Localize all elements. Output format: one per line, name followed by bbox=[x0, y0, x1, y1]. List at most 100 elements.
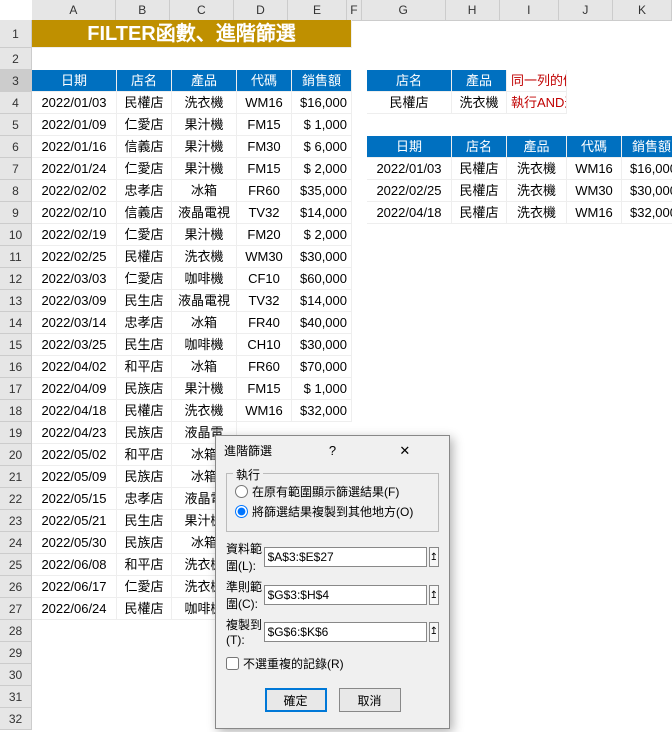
cell-A12[interactable]: 2022/03/03 bbox=[32, 268, 117, 290]
cell-I9[interactable]: 洗衣機 bbox=[507, 202, 567, 224]
row-header-32[interactable]: 32 bbox=[0, 708, 32, 730]
col-header-K[interactable]: K bbox=[613, 0, 672, 20]
cell-A5[interactable]: 2022/01/09 bbox=[32, 114, 117, 136]
row-header-9[interactable]: 9 bbox=[0, 202, 32, 224]
cell-E9[interactable]: $14,000 bbox=[292, 202, 352, 224]
cell-E7[interactable]: $ 2,000 bbox=[292, 158, 352, 180]
row-header-28[interactable]: 28 bbox=[0, 620, 32, 642]
row-header-31[interactable]: 31 bbox=[0, 686, 32, 708]
close-icon[interactable]: ✕ bbox=[369, 443, 441, 459]
row-header-3[interactable]: 3 bbox=[0, 70, 32, 92]
cell-K8[interactable]: $30,000 bbox=[622, 180, 672, 202]
row-header-17[interactable]: 17 bbox=[0, 378, 32, 400]
copy-to-input[interactable] bbox=[264, 622, 427, 642]
cell-D7[interactable]: FM15 bbox=[237, 158, 292, 180]
row-header-13[interactable]: 13 bbox=[0, 290, 32, 312]
row-header-16[interactable]: 16 bbox=[0, 356, 32, 378]
row-header-30[interactable]: 30 bbox=[0, 664, 32, 686]
cell-A8[interactable]: 2022/02/02 bbox=[32, 180, 117, 202]
row-header-20[interactable]: 20 bbox=[0, 444, 32, 466]
cell-E6[interactable]: $ 6,000 bbox=[292, 136, 352, 158]
cell-C14[interactable]: 冰箱 bbox=[172, 312, 237, 334]
cell-C8[interactable]: 冰箱 bbox=[172, 180, 237, 202]
row-header-8[interactable]: 8 bbox=[0, 180, 32, 202]
col-header-I[interactable]: I bbox=[500, 0, 559, 20]
cell-C6[interactable]: 果汁機 bbox=[172, 136, 237, 158]
cell-A26[interactable]: 2022/06/17 bbox=[32, 576, 117, 598]
cell-H3[interactable]: 產品 bbox=[452, 70, 507, 92]
cell-B25[interactable]: 和平店 bbox=[117, 554, 172, 576]
cell-D18[interactable]: WM16 bbox=[237, 400, 292, 422]
cell-A20[interactable]: 2022/05/02 bbox=[32, 444, 117, 466]
row-header-7[interactable]: 7 bbox=[0, 158, 32, 180]
cell-B6[interactable]: 信義店 bbox=[117, 136, 172, 158]
row-header-2[interactable]: 2 bbox=[0, 48, 32, 70]
col-header-E[interactable]: E bbox=[288, 0, 347, 20]
cell-A19[interactable]: 2022/04/23 bbox=[32, 422, 117, 444]
cell-B19[interactable]: 民族店 bbox=[117, 422, 172, 444]
cell-B20[interactable]: 和平店 bbox=[117, 444, 172, 466]
cell-C18[interactable]: 洗衣機 bbox=[172, 400, 237, 422]
cell-B12[interactable]: 仁愛店 bbox=[117, 268, 172, 290]
cell-H7[interactable]: 民權店 bbox=[452, 158, 507, 180]
cell-B10[interactable]: 仁愛店 bbox=[117, 224, 172, 246]
cell-A18[interactable]: 2022/04/18 bbox=[32, 400, 117, 422]
col-header-A[interactable]: A bbox=[32, 0, 116, 20]
cell-K7[interactable]: $16,000 bbox=[622, 158, 672, 180]
cell-H6[interactable]: 店名 bbox=[452, 136, 507, 158]
radio-filter-inplace[interactable] bbox=[235, 485, 248, 498]
col-header-D[interactable]: D bbox=[234, 0, 288, 20]
row-header-22[interactable]: 22 bbox=[0, 488, 32, 510]
col-header-C[interactable]: C bbox=[170, 0, 234, 20]
cell-B8[interactable]: 忠孝店 bbox=[117, 180, 172, 202]
cell-E10[interactable]: $ 2,000 bbox=[292, 224, 352, 246]
cell-B14[interactable]: 忠孝店 bbox=[117, 312, 172, 334]
list-range-input[interactable] bbox=[264, 547, 427, 567]
cell-B24[interactable]: 民族店 bbox=[117, 532, 172, 554]
row-header-10[interactable]: 10 bbox=[0, 224, 32, 246]
cell-D3[interactable]: 代碼 bbox=[237, 70, 292, 92]
cell-B16[interactable]: 和平店 bbox=[117, 356, 172, 378]
unique-records-checkbox[interactable] bbox=[226, 657, 239, 670]
cell-B3[interactable]: 店名 bbox=[117, 70, 172, 92]
row-header-1[interactable]: 1 bbox=[0, 20, 32, 48]
cell-B4[interactable]: 民權店 bbox=[117, 92, 172, 114]
cell-D8[interactable]: FR60 bbox=[237, 180, 292, 202]
cell-A7[interactable]: 2022/01/24 bbox=[32, 158, 117, 180]
cell-E11[interactable]: $30,000 bbox=[292, 246, 352, 268]
cell-G8[interactable]: 2022/02/25 bbox=[367, 180, 452, 202]
range-select-icon[interactable]: ↥ bbox=[429, 585, 439, 605]
cell-A23[interactable]: 2022/05/21 bbox=[32, 510, 117, 532]
row-header-14[interactable]: 14 bbox=[0, 312, 32, 334]
col-header-B[interactable]: B bbox=[116, 0, 170, 20]
cell-I7[interactable]: 洗衣機 bbox=[507, 158, 567, 180]
cell-B17[interactable]: 民族店 bbox=[117, 378, 172, 400]
cell-G4[interactable]: 民權店 bbox=[367, 92, 452, 114]
cell-J8[interactable]: WM30 bbox=[567, 180, 622, 202]
cell-B22[interactable]: 忠孝店 bbox=[117, 488, 172, 510]
cell-H4[interactable]: 洗衣機 bbox=[452, 92, 507, 114]
cell-C16[interactable]: 冰箱 bbox=[172, 356, 237, 378]
cell-B7[interactable]: 仁愛店 bbox=[117, 158, 172, 180]
ok-button[interactable]: 確定 bbox=[265, 688, 327, 712]
cell-A3[interactable]: 日期 bbox=[32, 70, 117, 92]
cell-C11[interactable]: 洗衣機 bbox=[172, 246, 237, 268]
cell-A6[interactable]: 2022/01/16 bbox=[32, 136, 117, 158]
row-header-21[interactable]: 21 bbox=[0, 466, 32, 488]
cell-D6[interactable]: FM30 bbox=[237, 136, 292, 158]
cell-G9[interactable]: 2022/04/18 bbox=[367, 202, 452, 224]
cell-D10[interactable]: FM20 bbox=[237, 224, 292, 246]
cell-B9[interactable]: 信義店 bbox=[117, 202, 172, 224]
col-header-J[interactable]: J bbox=[559, 0, 613, 20]
cell-A10[interactable]: 2022/02/19 bbox=[32, 224, 117, 246]
cell-B5[interactable]: 仁愛店 bbox=[117, 114, 172, 136]
col-header-F[interactable]: F bbox=[347, 0, 362, 20]
cell-A22[interactable]: 2022/05/15 bbox=[32, 488, 117, 510]
radio-copy-to[interactable] bbox=[235, 505, 248, 518]
cell-A15[interactable]: 2022/03/25 bbox=[32, 334, 117, 356]
col-header-H[interactable]: H bbox=[446, 0, 500, 20]
cell-G7[interactable]: 2022/01/03 bbox=[367, 158, 452, 180]
cell-E5[interactable]: $ 1,000 bbox=[292, 114, 352, 136]
col-header-G[interactable]: G bbox=[362, 0, 446, 20]
cell-H8[interactable]: 民權店 bbox=[452, 180, 507, 202]
